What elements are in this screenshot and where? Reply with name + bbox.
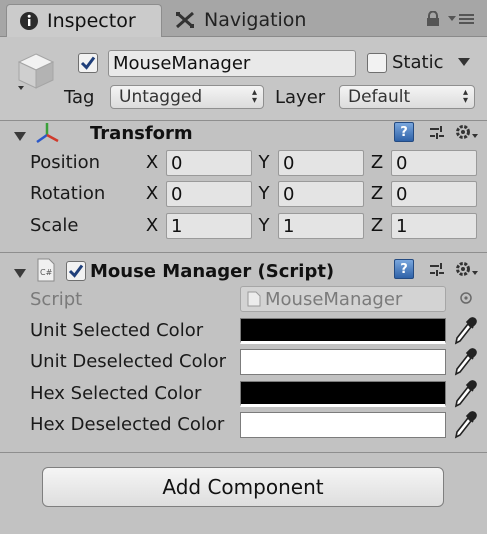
- transform-axis-icon: [34, 121, 60, 149]
- transform-title: Transform: [90, 123, 193, 144]
- help-icon[interactable]: ?: [394, 259, 414, 279]
- script-file-icon: [247, 291, 261, 307]
- hex-selected-color-swatch[interactable]: [240, 381, 446, 407]
- rotation-x-value: 0: [171, 183, 183, 205]
- updown-arrows-icon: ▴ ▾: [462, 87, 468, 106]
- scale-x-field[interactable]: 1: [166, 213, 252, 239]
- axis-y-label: Y: [258, 215, 270, 236]
- transform-foldout-arrow-icon[interactable]: [13, 128, 27, 147]
- position-z-field[interactable]: 0: [391, 150, 477, 176]
- static-checkbox[interactable]: [367, 53, 387, 73]
- separator: [0, 252, 487, 253]
- scale-label: Scale: [30, 215, 79, 236]
- hex-selected-color-label: Hex Selected Color: [30, 383, 202, 404]
- script-label: Script: [30, 289, 83, 310]
- updown-arrows-icon: ▴ ▾: [251, 87, 257, 106]
- script-foldout-arrow-icon[interactable]: [13, 265, 27, 284]
- gameobject-cube-icon: [14, 50, 58, 94]
- unit-selected-color-swatch[interactable]: [240, 318, 446, 344]
- axis-x-label: X: [145, 183, 159, 204]
- tag-label: Tag: [64, 87, 95, 108]
- position-x-value: 0: [171, 152, 183, 174]
- info-icon: [19, 11, 39, 31]
- hex-deselected-color-swatch[interactable]: [240, 412, 446, 438]
- position-x-field[interactable]: 0: [166, 150, 252, 176]
- position-y-value: 0: [283, 152, 295, 174]
- add-component-button[interactable]: Add Component: [42, 467, 444, 507]
- active-checkbox[interactable]: [78, 53, 98, 73]
- scale-y-value: 1: [283, 215, 295, 237]
- axis-z-label: Z: [370, 215, 384, 236]
- axis-x-label: X: [145, 215, 159, 236]
- axis-z-label: Z: [370, 152, 384, 173]
- separator: [0, 120, 487, 121]
- rotation-z-value: 0: [396, 183, 408, 205]
- script-enabled-checkbox[interactable]: [66, 261, 86, 281]
- tab-inspector-label: Inspector: [47, 10, 136, 32]
- rotation-z-field[interactable]: 0: [391, 181, 477, 207]
- rotation-y-value: 0: [283, 183, 295, 205]
- position-label: Position: [30, 152, 101, 173]
- position-z-value: 0: [396, 152, 408, 174]
- layer-label: Layer: [275, 87, 326, 108]
- preset-icon[interactable]: [428, 261, 446, 279]
- tab-inspector[interactable]: Inspector: [6, 4, 162, 37]
- navigation-icon: [174, 10, 196, 30]
- hex-deselected-color-label: Hex Deselected Color: [30, 414, 225, 435]
- rotation-x-field[interactable]: 0: [166, 181, 252, 207]
- preset-icon[interactable]: [428, 124, 446, 142]
- script-file-icon-text: C#: [40, 268, 53, 277]
- tag-value: Untagged: [119, 87, 203, 107]
- layer-value: Default: [348, 87, 411, 107]
- script-file-icon: C#: [36, 258, 56, 286]
- script-reference-value: MouseManager: [265, 288, 403, 310]
- script-reference-field[interactable]: MouseManager: [240, 286, 446, 312]
- eyedropper-icon[interactable]: [452, 347, 478, 381]
- eyedropper-icon[interactable]: [452, 379, 478, 413]
- scale-z-value: 1: [396, 215, 408, 237]
- layer-dropdown[interactable]: Default ▴ ▾: [339, 85, 475, 109]
- object-name-value: MouseManager: [113, 53, 251, 74]
- unit-selected-color-label: Unit Selected Color: [30, 320, 204, 341]
- lock-icon[interactable]: [424, 10, 442, 28]
- menu-icon[interactable]: [446, 10, 476, 28]
- scale-x-value: 1: [171, 215, 183, 237]
- position-y-field[interactable]: 0: [278, 150, 364, 176]
- axis-y-label: Y: [258, 183, 270, 204]
- unit-deselected-color-label: Unit Deselected Color: [30, 351, 226, 372]
- separator: [0, 452, 487, 453]
- tag-dropdown[interactable]: Untagged ▴ ▾: [110, 85, 264, 109]
- gear-icon[interactable]: [454, 259, 480, 279]
- gear-icon[interactable]: [454, 122, 480, 142]
- scale-y-field[interactable]: 1: [278, 213, 364, 239]
- scale-z-field[interactable]: 1: [391, 213, 477, 239]
- static-dropdown-arrow[interactable]: [456, 56, 472, 68]
- script-component-title: Mouse Manager (Script): [90, 261, 335, 282]
- tab-navigation-label: Navigation: [204, 9, 307, 31]
- axis-x-label: X: [145, 152, 159, 173]
- rotation-y-field[interactable]: 0: [278, 181, 364, 207]
- help-icon[interactable]: ?: [394, 122, 414, 142]
- static-label: Static: [392, 52, 444, 73]
- axis-y-label: Y: [258, 152, 270, 173]
- tab-navigation[interactable]: Navigation: [168, 4, 338, 36]
- eyedropper-icon[interactable]: [452, 316, 478, 350]
- unit-deselected-color-swatch[interactable]: [240, 349, 446, 375]
- object-name-field[interactable]: MouseManager: [108, 50, 356, 77]
- rotation-label: Rotation: [30, 183, 106, 204]
- object-picker-icon[interactable]: [458, 290, 474, 306]
- axis-z-label: Z: [370, 183, 384, 204]
- eyedropper-icon[interactable]: [452, 410, 478, 444]
